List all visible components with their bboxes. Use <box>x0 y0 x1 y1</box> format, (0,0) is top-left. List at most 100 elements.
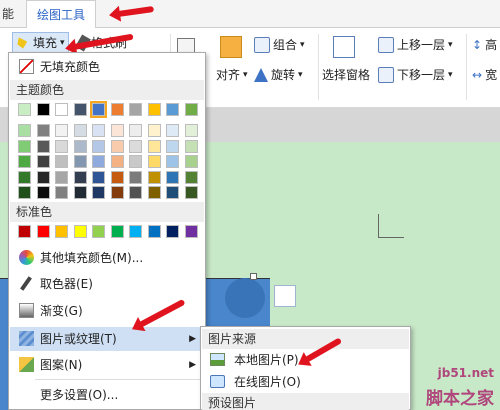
resize-handle[interactable] <box>250 273 257 280</box>
fill-button[interactable]: 填充 ▾ <box>12 32 69 54</box>
online-picture-icon <box>210 375 225 388</box>
color-swatch[interactable] <box>147 186 161 199</box>
align-button[interactable]: 对齐 ▾ <box>216 64 248 86</box>
send-backward-label: 下移一层 <box>397 68 446 82</box>
selection-pane-button[interactable]: 选择窗格 <box>322 64 370 86</box>
send-backward-button[interactable]: 下移一层 ▾ <box>378 64 453 86</box>
selection-pane-icon[interactable] <box>333 36 355 58</box>
color-swatch[interactable] <box>73 103 87 116</box>
color-swatch[interactable] <box>184 170 198 184</box>
color-swatch[interactable] <box>92 139 105 153</box>
color-swatch[interactable] <box>36 155 50 168</box>
color-swatch[interactable] <box>184 186 198 199</box>
color-swatch[interactable] <box>73 225 87 238</box>
color-swatch[interactable] <box>147 103 161 116</box>
color-swatch[interactable] <box>166 186 179 199</box>
color-swatch[interactable] <box>18 103 31 116</box>
color-swatch[interactable] <box>129 103 142 116</box>
ribbon-tab-bar: 能 绘图工具 <box>0 0 500 29</box>
color-swatch[interactable] <box>73 186 87 199</box>
color-swatch[interactable] <box>129 225 142 238</box>
color-swatch[interactable] <box>166 103 179 116</box>
color-swatch[interactable] <box>73 139 87 153</box>
color-swatch[interactable] <box>184 103 198 116</box>
width-field[interactable]: ↔ 宽 <box>472 64 497 86</box>
rotate-button[interactable]: 旋转 ▾ <box>254 64 303 86</box>
menu-item-online-picture[interactable]: 在线图片(O) <box>202 371 409 393</box>
height-field[interactable]: ↕ 高 <box>472 34 497 56</box>
color-swatch[interactable] <box>129 124 142 137</box>
menu-item-picture-texture[interactable]: 图片或纹理(T) ▶ <box>10 327 204 351</box>
color-swatch[interactable] <box>166 155 179 168</box>
color-swatch[interactable] <box>147 124 161 137</box>
color-swatch[interactable] <box>36 186 50 199</box>
color-swatch[interactable] <box>184 139 198 153</box>
group-button[interactable]: 组合 ▾ <box>254 34 305 56</box>
menu-item-eyedropper[interactable]: 取色器(E) <box>10 272 204 296</box>
layout-options-icon[interactable] <box>274 285 296 307</box>
color-swatch[interactable] <box>166 225 179 238</box>
color-swatch[interactable] <box>110 139 124 153</box>
color-swatch[interactable] <box>36 139 50 153</box>
color-swatch[interactable] <box>110 225 124 238</box>
color-swatch[interactable] <box>129 186 142 199</box>
width-label: 宽 <box>485 68 498 82</box>
color-swatch[interactable] <box>147 155 161 168</box>
color-swatch[interactable] <box>92 186 105 199</box>
chevron-down-icon: ▾ <box>300 40 305 50</box>
color-swatch[interactable] <box>129 170 142 184</box>
color-swatch[interactable] <box>92 225 105 238</box>
color-swatch[interactable] <box>92 124 105 137</box>
color-swatch[interactable] <box>90 101 107 118</box>
tab-partial[interactable]: 能 <box>0 0 14 28</box>
menu-item-pattern[interactable]: 图案(N) ▶ <box>10 353 204 377</box>
color-swatch[interactable] <box>147 139 161 153</box>
crop-corner-mark <box>378 214 404 238</box>
color-swatch[interactable] <box>110 155 124 168</box>
color-swatch[interactable] <box>129 139 142 153</box>
color-swatch[interactable] <box>18 155 31 168</box>
color-swatch[interactable] <box>110 170 124 184</box>
color-swatch[interactable] <box>110 186 124 199</box>
menu-item-more-settings[interactable]: 更多设置(O)... <box>10 383 204 407</box>
bring-forward-button[interactable]: 上移一层 ▾ <box>378 34 453 56</box>
color-swatch[interactable] <box>18 170 31 184</box>
color-swatch[interactable] <box>18 186 31 199</box>
tab-drawing-tools[interactable]: 绘图工具 <box>26 0 97 29</box>
fill-button-label: 填充 <box>33 36 58 50</box>
color-swatch[interactable] <box>55 139 68 153</box>
color-swatch[interactable] <box>110 124 124 137</box>
color-swatch[interactable] <box>184 155 198 168</box>
color-swatch[interactable] <box>129 155 142 168</box>
menu-item-more-colors[interactable]: 其他填充颜色(M)... <box>10 246 204 270</box>
color-swatch[interactable] <box>110 103 124 116</box>
color-swatch[interactable] <box>92 155 105 168</box>
color-swatch[interactable] <box>55 103 68 116</box>
shape-handle[interactable] <box>225 278 265 318</box>
color-swatch[interactable] <box>166 170 179 184</box>
color-swatch[interactable] <box>18 139 31 153</box>
align-icon[interactable] <box>220 36 242 58</box>
color-swatch[interactable] <box>166 139 179 153</box>
color-swatch[interactable] <box>36 170 50 184</box>
color-swatch[interactable] <box>73 155 87 168</box>
color-swatch[interactable] <box>147 225 161 238</box>
color-swatch[interactable] <box>36 103 50 116</box>
color-swatch[interactable] <box>73 124 87 137</box>
color-swatch[interactable] <box>147 170 161 184</box>
color-swatch[interactable] <box>55 170 68 184</box>
color-swatch[interactable] <box>184 225 198 238</box>
color-swatch[interactable] <box>36 225 50 238</box>
color-swatch[interactable] <box>55 225 68 238</box>
color-swatch[interactable] <box>55 155 68 168</box>
color-swatch[interactable] <box>92 170 105 184</box>
color-swatch[interactable] <box>184 124 198 137</box>
color-swatch[interactable] <box>18 225 31 238</box>
color-swatch[interactable] <box>73 170 87 184</box>
menu-item-no-fill[interactable]: 无填充颜色 <box>10 55 204 79</box>
color-swatch[interactable] <box>55 186 68 199</box>
color-swatch[interactable] <box>18 124 31 137</box>
color-swatch[interactable] <box>166 124 179 137</box>
color-swatch[interactable] <box>36 124 50 137</box>
color-swatch[interactable] <box>55 124 68 137</box>
